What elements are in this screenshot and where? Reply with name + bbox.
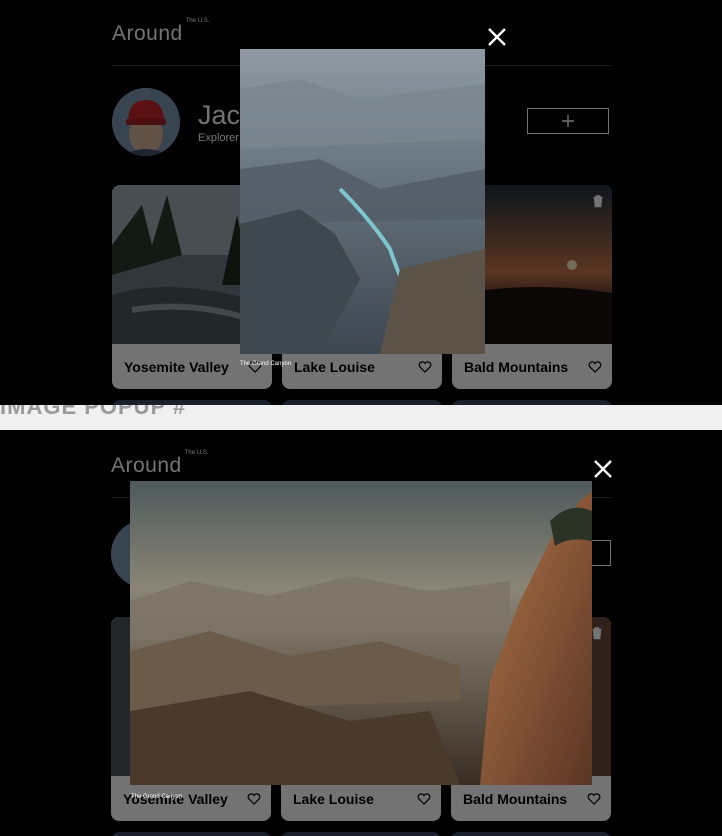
trash-icon[interactable] [592,194,604,208]
popup-caption: The Grand Canyon [240,361,292,367]
popup-example-landscape: AroundThe U.S. Yosemite Valley Lake Loui… [0,430,722,836]
heart-icon[interactable] [588,361,602,373]
add-place-button[interactable] [527,108,609,134]
card-title: Bald Mountains [464,359,569,375]
heart-icon[interactable] [417,793,431,805]
close-icon[interactable] [591,457,615,481]
card-title: Lake Louise [294,359,375,375]
logo: AroundThe U.S. [112,18,210,45]
popup-caption: The Grand Canyon [131,794,183,800]
place-card-partial[interactable] [281,832,441,836]
avatar[interactable] [112,88,180,156]
trash-icon[interactable] [591,626,603,640]
heart-icon[interactable] [418,361,432,373]
popup-example-portrait: AroundThe U.S. Jacques Cousteau Explorer [0,0,722,405]
profile-job: Explorer [198,132,239,144]
place-card-partial[interactable] [111,832,271,836]
popup-image [240,49,485,354]
section-label: IMAGE POPUP # [0,405,187,419]
popup-image [130,481,592,785]
close-icon[interactable] [485,25,509,49]
plus-icon [562,115,574,127]
place-card-partial[interactable] [451,832,611,836]
heart-icon[interactable] [247,793,261,805]
card-title: Bald Mountains [463,791,568,807]
card-title: Lake Louise [293,791,374,807]
heart-icon[interactable] [587,793,601,805]
section-divider: IMAGE POPUP # [0,405,722,430]
logo: AroundThe U.S. [111,450,209,477]
card-title: Yosemite Valley [124,359,229,375]
